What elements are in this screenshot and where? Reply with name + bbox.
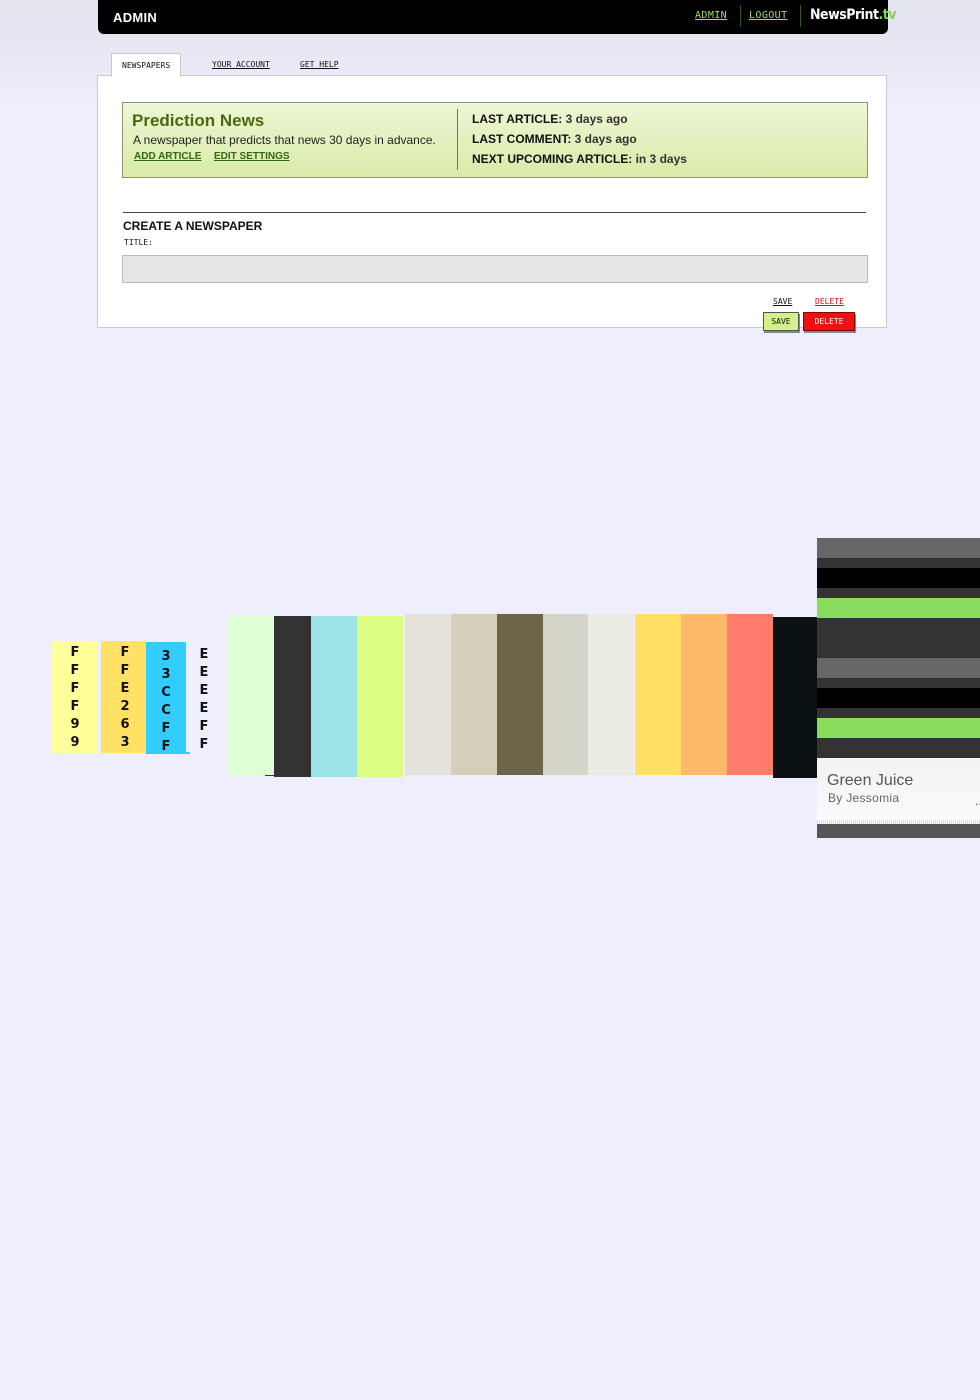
stat-label: LAST COMMENT: xyxy=(472,132,572,146)
gj-stripe xyxy=(817,598,980,618)
stat-last-article: LAST ARTICLE: 3 days ago xyxy=(472,112,628,126)
hex-char: 3 xyxy=(120,735,130,750)
edit-settings-link[interactable]: EDIT SETTINGS xyxy=(214,151,290,162)
hex-char: F xyxy=(70,645,80,660)
hex-char: F xyxy=(199,719,209,734)
strip-swatch xyxy=(588,614,634,775)
hex-char: F xyxy=(70,663,80,678)
tab-get-help[interactable]: GET HELP xyxy=(300,53,339,76)
hex-label-ffff99: F F F F 9 9 xyxy=(66,644,84,752)
hex-char: F xyxy=(70,699,80,714)
gj-stripe xyxy=(817,648,980,658)
strip-swatch xyxy=(681,614,727,775)
top-bar: ADMIN ADMIN LOGOUT NewsPrint.tv xyxy=(98,0,896,34)
gj-stripe xyxy=(817,618,980,628)
gj-bottom-stripe xyxy=(817,824,980,838)
gj-stripe xyxy=(817,748,980,758)
hex-char: F xyxy=(161,739,171,754)
title-label: TITLE: xyxy=(124,238,153,247)
hex-char: F xyxy=(120,663,130,678)
gj-stripe xyxy=(817,558,980,568)
stat-next-article: NEXT UPCOMING ARTICLE: in 3 days xyxy=(472,152,687,166)
stat-value: 3 days ago xyxy=(565,112,628,126)
green-juice-palette[interactable]: Green Juice By Jessomia .. xyxy=(817,538,980,838)
app-title: ADMIN xyxy=(113,10,158,25)
hex-label-33ccff: 3 3 C C F F xyxy=(157,648,175,756)
gj-stripe xyxy=(817,708,980,718)
hex-char: F xyxy=(199,737,209,752)
strip-swatch xyxy=(311,616,357,777)
strip-swatch xyxy=(228,616,274,776)
nav-admin-link[interactable]: ADMIN xyxy=(695,10,727,21)
newsprint-logo[interactable]: NewsPrint.tv xyxy=(810,7,896,23)
save-button[interactable]: SAVE xyxy=(763,312,799,331)
stat-last-comment: LAST COMMENT: 3 days ago xyxy=(472,132,637,146)
gj-stripe xyxy=(817,718,980,738)
main-panel: Prediction News A newspaper that predict… xyxy=(97,75,887,331)
gj-stripe xyxy=(817,678,980,688)
nav-separator xyxy=(800,5,801,27)
tab-newspapers[interactable]: NEWSPAPERS xyxy=(111,53,182,77)
section-divider xyxy=(123,212,866,213)
strip-swatch xyxy=(497,614,543,775)
strip-swatch xyxy=(405,614,451,775)
summary-divider xyxy=(457,109,458,170)
stat-value: 3 days ago xyxy=(574,132,637,146)
logo-tld: .tv xyxy=(878,7,896,23)
stat-value: in 3 days xyxy=(635,152,687,166)
stat-label: NEXT UPCOMING ARTICLE: xyxy=(472,152,633,166)
strip-underline xyxy=(265,775,275,776)
gj-stripe xyxy=(817,538,980,558)
hex-char: F xyxy=(161,721,171,736)
delete-link[interactable]: DELETE xyxy=(815,297,844,306)
hex-char: E xyxy=(199,647,209,662)
hex-char: E xyxy=(199,701,209,716)
newspaper-description: A newspaper that predicts that news 30 d… xyxy=(133,133,436,147)
hex-char: 2 xyxy=(120,699,130,714)
strip-swatch xyxy=(451,614,497,775)
hex-char: E xyxy=(120,681,130,696)
logo-name: NewsPrint xyxy=(810,7,879,23)
hex-label-ffe263: F F E 2 6 3 xyxy=(116,644,134,752)
hex-label-eeeeff: E E E E F F xyxy=(195,646,213,754)
strip-swatch xyxy=(727,614,773,775)
tab-your-account[interactable]: YOUR ACCOUNT xyxy=(212,53,270,76)
newspaper-summary: Prediction News A newspaper that predict… xyxy=(122,102,868,178)
newspaper-title[interactable]: Prediction News xyxy=(132,111,264,131)
palette-more: .. xyxy=(975,794,980,808)
strip-swatch xyxy=(543,614,588,775)
hex-char: 9 xyxy=(70,717,80,732)
gj-stripe xyxy=(817,688,980,708)
hex-char: F xyxy=(120,645,130,660)
hex-char: E xyxy=(199,683,209,698)
nav-separator xyxy=(740,5,741,27)
gj-stripe xyxy=(817,568,980,588)
hex-char: C xyxy=(161,703,171,718)
hex-char: E xyxy=(199,665,209,680)
hex-char: 9 xyxy=(70,735,80,750)
strip-swatch xyxy=(274,616,311,777)
strip-swatch xyxy=(635,614,681,775)
hex-char: 6 xyxy=(120,717,130,732)
strip-swatch xyxy=(357,616,403,777)
palette-author[interactable]: By Jessomia xyxy=(828,791,899,805)
title-input[interactable] xyxy=(122,255,868,283)
gj-stripe xyxy=(817,628,980,648)
gj-stripe xyxy=(817,738,980,748)
create-newspaper-heading: CREATE A NEWSPAPER xyxy=(123,219,263,233)
hex-char: C xyxy=(161,685,171,700)
palette-info: Green Juice By Jessomia .. xyxy=(817,758,980,820)
stat-label: LAST ARTICLE: xyxy=(472,112,563,126)
gj-stripe xyxy=(817,588,980,598)
save-link[interactable]: SAVE xyxy=(773,297,792,306)
gj-stripe xyxy=(817,658,980,678)
add-article-link[interactable]: ADD ARTICLE xyxy=(134,151,201,162)
delete-button[interactable]: DELETE xyxy=(803,312,855,331)
hex-char: F xyxy=(70,681,80,696)
strip-swatch xyxy=(773,617,819,778)
nav-logout-link[interactable]: LOGOUT xyxy=(749,10,788,21)
hex-char: 3 xyxy=(161,667,171,682)
hex-char: 3 xyxy=(161,649,171,664)
palette-title[interactable]: Green Juice xyxy=(827,772,913,790)
